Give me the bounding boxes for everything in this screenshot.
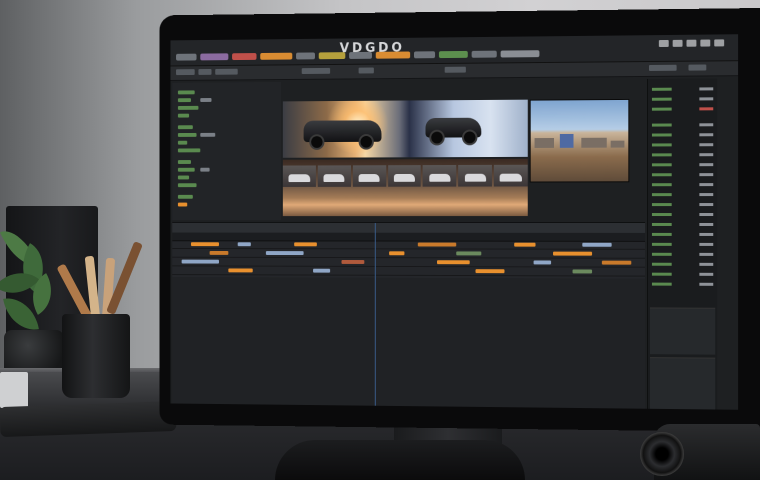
car-clip-image (425, 117, 482, 146)
toolbar-button[interactable] (375, 51, 411, 59)
bin-item-meta (200, 132, 216, 137)
clip-thumbnail[interactable] (352, 165, 386, 187)
inspector-panel (647, 78, 718, 410)
car-clip-image (303, 120, 382, 150)
clip-thumbnail[interactable] (282, 165, 316, 187)
clip-thumbnail-strip[interactable] (282, 158, 528, 217)
monitor-base (275, 440, 525, 480)
monitor-screen: VDGDO (170, 34, 739, 410)
inspector-section (649, 307, 716, 355)
bin-item[interactable] (177, 90, 195, 95)
bin-item[interactable] (177, 148, 201, 153)
inspector-section (649, 357, 716, 410)
toolbar-button[interactable] (500, 50, 540, 58)
monitor: VDGDO (159, 8, 760, 432)
toolbar-button[interactable] (349, 51, 372, 59)
bin-item[interactable] (177, 113, 190, 118)
bin-item-selected[interactable] (177, 202, 188, 207)
camera-lens (640, 432, 684, 476)
source-viewer[interactable] (282, 99, 528, 158)
bin-item-meta (200, 167, 210, 172)
toolbar-button[interactable] (260, 52, 293, 60)
toolbar-button[interactable] (296, 52, 315, 60)
timeline-playhead[interactable] (374, 222, 376, 410)
bin-item[interactable] (177, 183, 197, 188)
clip-thumbnail[interactable] (494, 164, 528, 187)
tool-icon[interactable] (301, 67, 331, 75)
bin-item[interactable] (177, 140, 188, 145)
bin-item[interactable] (177, 175, 190, 180)
bin-item[interactable] (177, 105, 199, 110)
timeline-header (172, 222, 646, 233)
bin-item[interactable] (177, 167, 195, 172)
tool-icon[interactable] (198, 68, 212, 75)
bin-item[interactable] (177, 194, 193, 199)
program-viewer[interactable] (529, 98, 630, 183)
desk-tray (0, 400, 177, 438)
tool-icon[interactable] (444, 66, 466, 73)
window-control-icon[interactable] (672, 39, 683, 47)
bin-item[interactable] (177, 160, 191, 164)
tool-icon[interactable] (176, 69, 195, 76)
tool-icon[interactable] (688, 64, 707, 71)
timeline-panel[interactable] (172, 221, 646, 410)
toolbar-button[interactable] (176, 53, 197, 61)
timeline-empty-area[interactable] (172, 276, 646, 410)
window-control-icon[interactable] (714, 39, 725, 47)
bin-item[interactable] (177, 132, 197, 137)
clip-thumbnail[interactable] (387, 165, 422, 187)
media-bin-panel (172, 81, 281, 221)
toolbar-button[interactable] (438, 50, 468, 59)
window-control-icon[interactable] (658, 39, 669, 48)
clip-thumbnail[interactable] (458, 164, 493, 187)
tool-icon[interactable] (358, 67, 374, 74)
photo-scene: VDGDO (0, 0, 760, 480)
toolbar-button[interactable] (318, 52, 346, 60)
tool-icon[interactable] (648, 64, 677, 71)
window-control-icon[interactable] (700, 39, 711, 47)
toolbar-button[interactable] (200, 53, 229, 61)
toolbar-button[interactable] (471, 50, 497, 58)
clip-thumbnail[interactable] (317, 165, 351, 187)
tool-icon[interactable] (215, 68, 238, 75)
pencil-cup (62, 314, 130, 398)
window-control-icon[interactable] (686, 39, 697, 47)
timeline-track[interactable] (172, 266, 646, 277)
toolbar-button[interactable] (232, 53, 257, 61)
bin-item-meta (200, 98, 212, 102)
bin-item[interactable] (177, 98, 191, 103)
clip-thumbnail[interactable] (423, 164, 457, 187)
bin-item[interactable] (177, 125, 193, 130)
toolbar-button[interactable] (413, 51, 436, 59)
notebook (0, 372, 28, 408)
